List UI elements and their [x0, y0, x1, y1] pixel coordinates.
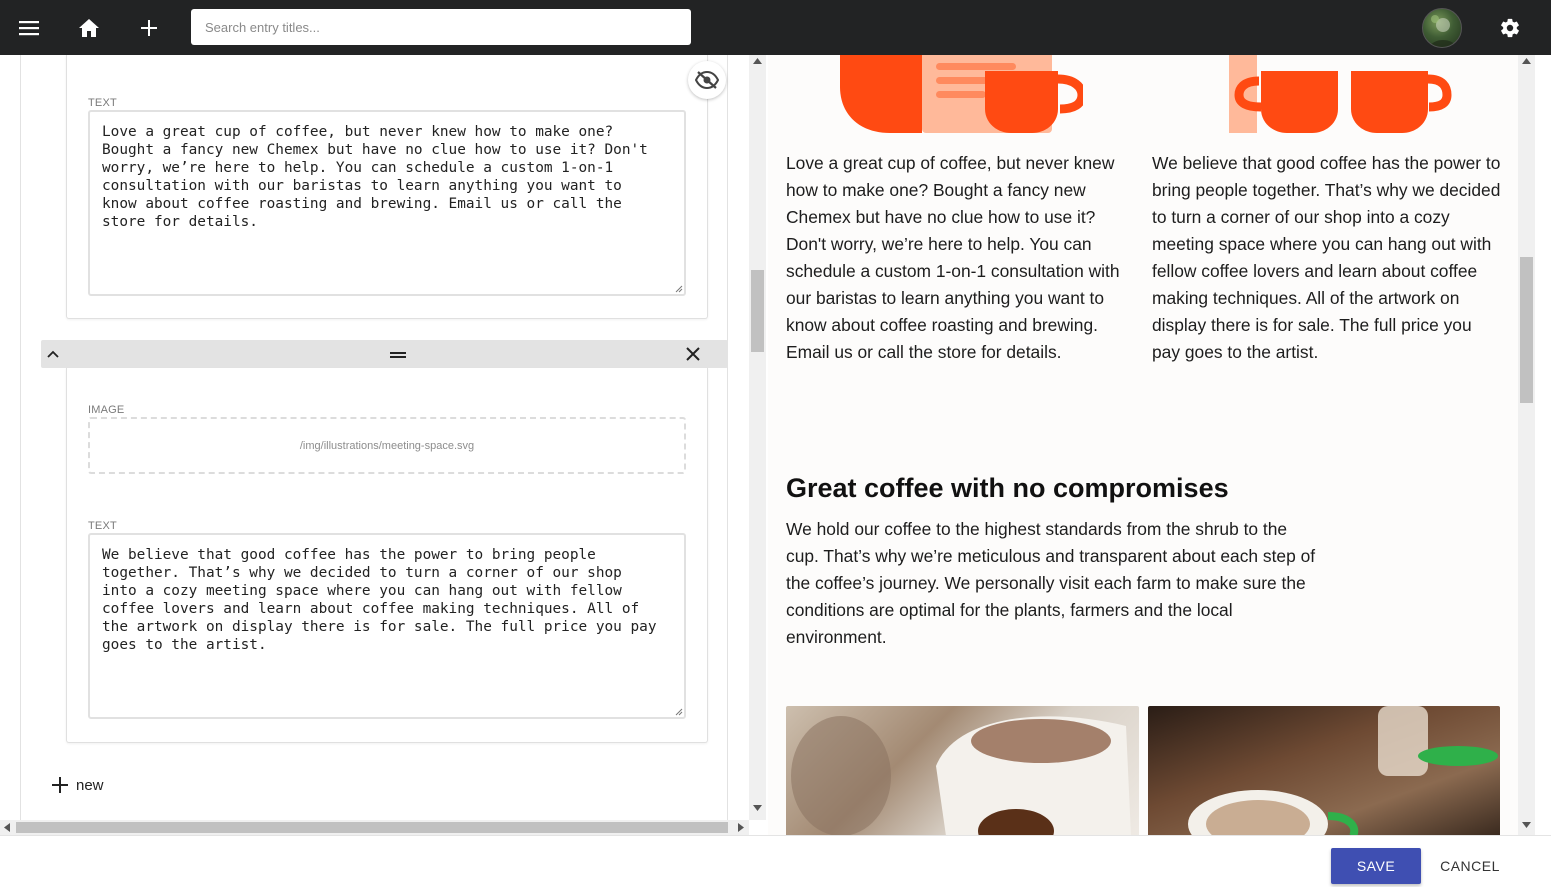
gear-icon[interactable] [1494, 12, 1526, 44]
plus-icon [52, 777, 68, 793]
text-block-card: TEXT Love a great cup of coffee, but nev… [66, 55, 708, 319]
scrollbar-thumb[interactable] [16, 822, 728, 833]
preview-paragraph-1: Love a great cup of coffee, but never kn… [786, 153, 1120, 362]
editor-vertical-scrollbar[interactable] [749, 55, 766, 820]
cancel-button[interactable]: CANCEL [1436, 848, 1504, 884]
collapse-chevron-up-icon[interactable] [45, 346, 61, 362]
preview-heading: Great coffee with no compromises [786, 473, 1229, 503]
scroll-right-arrow-icon[interactable] [738, 823, 744, 832]
save-button[interactable]: SAVE [1331, 848, 1421, 884]
search-input[interactable] [191, 9, 691, 45]
hamburger-menu-icon[interactable] [13, 12, 45, 44]
editor-content: TEXT Love a great cup of coffee, but nev… [20, 55, 728, 820]
scroll-down-arrow-icon[interactable] [1522, 822, 1531, 828]
editor-horizontal-scrollbar[interactable] [0, 820, 749, 835]
action-bar: SAVE CANCEL [0, 835, 1551, 887]
hide-preview-eye-icon[interactable] [688, 61, 726, 99]
new-block-button[interactable]: new [52, 773, 104, 797]
preview-pane: Love a great cup of coffee, but never kn… [768, 55, 1518, 835]
resize-grip-icon[interactable] [675, 708, 683, 716]
block-toolbar [41, 340, 728, 368]
resize-grip-icon[interactable] [675, 285, 683, 293]
scrollbar-thumb[interactable] [1520, 257, 1533, 403]
latte-cup-photo [1148, 706, 1500, 835]
brewing-illustration [840, 55, 1083, 133]
text-field-label: TEXT [88, 97, 117, 109]
new-block-label: new [76, 776, 104, 794]
preview-vertical-scrollbar[interactable] [1518, 55, 1535, 835]
plus-icon[interactable] [133, 12, 165, 44]
image-field-label: IMAGE [88, 404, 125, 416]
home-icon[interactable] [73, 12, 105, 44]
image-text-block-card: IMAGE /img/illustrations/meeting-space.s… [66, 368, 708, 743]
scrollbar-thumb[interactable] [751, 270, 764, 352]
text-field-2[interactable]: We believe that good coffee has the powe… [88, 533, 686, 719]
meeting-space-illustration [1229, 55, 1452, 133]
text-field-1[interactable]: Love a great cup of coffee, but never kn… [88, 110, 686, 296]
text-field-label: TEXT [88, 520, 117, 532]
scroll-up-arrow-icon[interactable] [753, 58, 762, 64]
preview-paragraph-3: We hold our coffee to the highest standa… [786, 519, 1316, 647]
image-path: /img/illustrations/meeting-space.svg [299, 439, 475, 452]
editor-pane: TEXT Love a great cup of coffee, but nev… [0, 55, 767, 835]
image-dropzone[interactable]: /img/illustrations/meeting-space.svg [88, 417, 686, 474]
scroll-left-arrow-icon[interactable] [4, 823, 10, 832]
scroll-up-arrow-icon[interactable] [1522, 58, 1531, 64]
preview-paragraph-2: We believe that good coffee has the powe… [1152, 153, 1501, 362]
close-icon[interactable] [685, 346, 701, 362]
scroll-down-arrow-icon[interactable] [753, 805, 762, 811]
coffee-filter-photo [786, 706, 1139, 835]
avatar[interactable] [1422, 8, 1462, 48]
top-app-bar [0, 0, 1551, 55]
drag-handle-icon[interactable] [390, 348, 406, 360]
